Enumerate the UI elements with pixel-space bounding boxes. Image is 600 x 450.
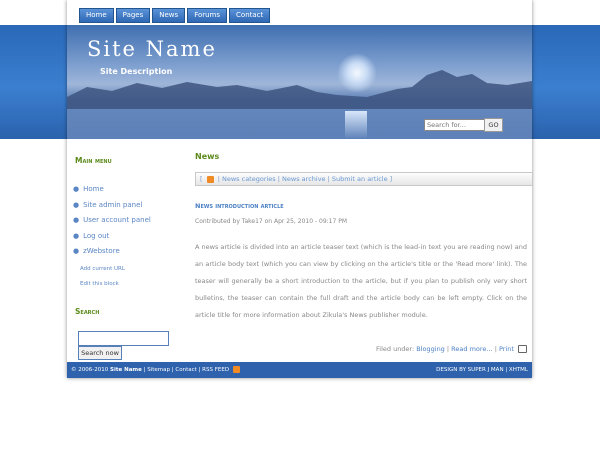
separator: |	[446, 345, 450, 353]
sidebar-menu: ● Home ● Site admin panel ● User account pa…	[73, 183, 151, 261]
bullet-icon: ●	[73, 185, 80, 193]
page-container: Home Pages News Forums Contact Site Name…	[67, 0, 533, 378]
sidebar-search-input[interactable]	[78, 331, 169, 346]
news-categories-link[interactable]: News categories	[222, 175, 276, 183]
separator: |	[277, 175, 280, 183]
go-button[interactable]: GO	[484, 118, 503, 132]
footer: © 2006-2010 Site Name | Sitemap | Contac…	[67, 362, 532, 378]
filed-under-label: Filed under:	[376, 345, 415, 353]
footer-left: © 2006-2010 Site Name | Sitemap | Contac…	[71, 362, 242, 378]
main-menu-title: Main menu	[75, 156, 112, 165]
print-link[interactable]: Print	[499, 345, 514, 353]
rss-icon[interactable]	[206, 175, 214, 183]
nav-pages[interactable]: Pages	[115, 8, 151, 23]
separator: |	[143, 367, 146, 373]
nav-forums[interactable]: Forums	[187, 8, 228, 23]
sun-reflection	[345, 111, 367, 139]
article-footer: Filed under: Blogging | Read more... | P…	[367, 345, 527, 353]
design-credit[interactable]: DESIGN BY SUPER J MAN	[436, 367, 503, 373]
nav-news[interactable]: News	[152, 8, 186, 23]
sidebar-item-label: Log out	[83, 231, 110, 240]
sidebar-item-user-account[interactable]: ● User account panel	[73, 214, 151, 230]
search-title: Search	[75, 307, 100, 316]
copyright: © 2006-2010	[71, 367, 109, 373]
nav-contact[interactable]: Contact	[229, 8, 271, 23]
sidebar-item-site-admin[interactable]: ● Site admin panel	[73, 199, 151, 215]
bullet-icon: ●	[73, 216, 80, 224]
article-title[interactable]: News introduction article	[195, 202, 284, 210]
edit-block-link[interactable]: Edit this block	[80, 281, 119, 287]
article-body: A news article is divided into an articl…	[195, 243, 527, 319]
rss-feed-link[interactable]: RSS FEED	[202, 367, 229, 373]
separator: |	[494, 345, 497, 353]
header-search-input[interactable]	[424, 119, 486, 131]
read-more-link[interactable]: Read more...	[451, 345, 492, 353]
article-meta: Contributed by Take17 on Apr 25, 2010 - …	[195, 218, 347, 225]
header-banner: Site Name Site Description GO	[67, 25, 532, 139]
separator: |	[217, 175, 220, 183]
sitemap-link[interactable]: Sitemap	[147, 367, 170, 373]
separator: |	[171, 367, 174, 373]
bullet-icon: ●	[73, 231, 80, 240]
bullet-icon: ●	[73, 247, 80, 255]
sidebar-item-label: Home	[83, 185, 104, 193]
separator: |	[327, 175, 330, 183]
add-current-url-link[interactable]: Add current URL	[80, 266, 125, 272]
xhtml-link[interactable]: XHTML	[509, 367, 528, 373]
printer-icon[interactable]	[518, 345, 527, 353]
separator: |	[198, 367, 201, 373]
footer-contact-link[interactable]: Contact	[175, 367, 196, 373]
sidebar-item-log-out[interactable]: ● Log out	[73, 230, 151, 246]
footer-right: DESIGN BY SUPER J MAN | XHTML	[436, 362, 528, 378]
bracket-close: ]	[389, 175, 393, 183]
sidebar-item-label: zWebstore	[83, 247, 120, 255]
sidebar-item-zwebstore[interactable]: ● zWebstore	[73, 245, 151, 261]
top-nav: Home Pages News Forums Contact	[79, 8, 271, 23]
news-archive-link[interactable]: News archive	[282, 175, 326, 183]
bullet-icon: ●	[73, 200, 80, 209]
nav-home[interactable]: Home	[79, 8, 114, 23]
site-description: Site Description	[100, 67, 173, 76]
separator: |	[505, 367, 508, 373]
submit-article-link[interactable]: Submit an article	[332, 175, 388, 183]
sidebar-item-label: Site admin panel	[83, 200, 143, 209]
news-links-bar: [ | News categories | News archive | Sub…	[195, 172, 533, 186]
sidebar-item-label: User account panel	[83, 216, 151, 224]
search-now-button[interactable]: Search now	[78, 346, 122, 360]
sidebar-item-home[interactable]: ● Home	[73, 183, 151, 199]
bracket-open: [	[200, 175, 203, 183]
site-name[interactable]: Site Name	[87, 37, 217, 61]
page-title: News	[195, 152, 220, 161]
rss-icon[interactable]	[232, 366, 240, 373]
footer-site-name[interactable]: Site Name	[110, 367, 142, 373]
category-link[interactable]: Blogging	[416, 345, 445, 353]
